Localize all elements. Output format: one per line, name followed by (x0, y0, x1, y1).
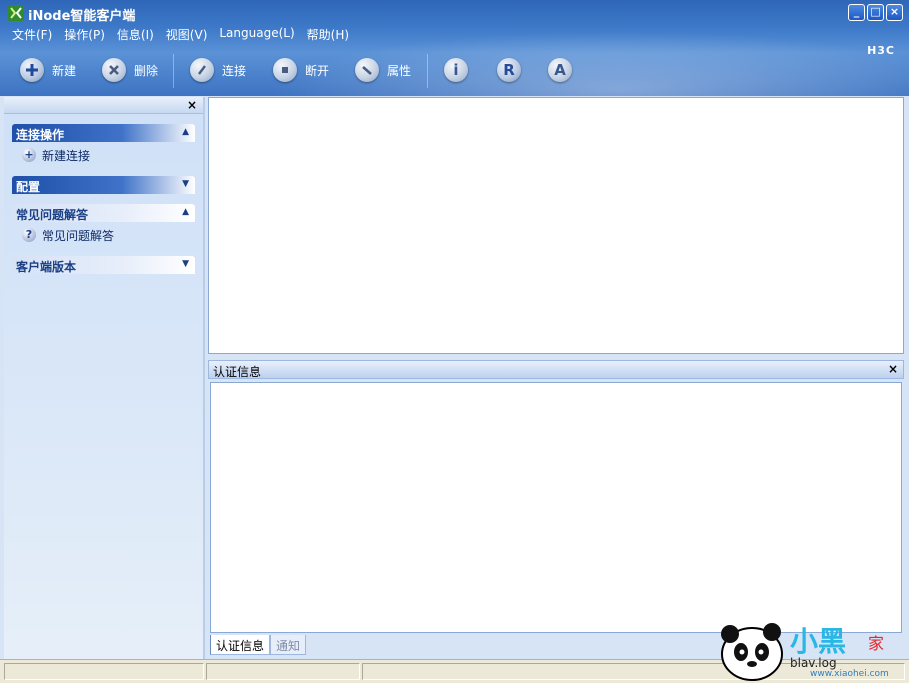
expand-arrow-icon: ▼ (182, 259, 189, 269)
group-header-config[interactable]: 配置 ▼ (12, 176, 195, 194)
group-title: 连接操作 (16, 128, 65, 142)
menu-help[interactable]: 帮助(H) (301, 24, 355, 44)
collapse-arrow-icon: ▲ (182, 207, 189, 217)
inode-logo-icon (8, 5, 24, 21)
group-body: + 新建连接 (12, 142, 195, 166)
info-button[interactable]: i (444, 56, 468, 84)
window-controls: _ □ × (848, 4, 903, 21)
toolbar: 新建 删除 连接 断开 属性 i R A (0, 50, 909, 90)
status-cell (206, 663, 360, 680)
new-button-label: 新建 (52, 63, 77, 78)
r-button[interactable]: R (497, 56, 521, 84)
x-circle-icon (102, 58, 126, 82)
auth-panel-tabs: 认证信息 通知 (210, 635, 307, 657)
collapse-arrow-icon: ▲ (182, 127, 189, 137)
task-pane-close-button[interactable]: × (187, 98, 197, 112)
wrench-icon (355, 58, 379, 82)
menu-language[interactable]: Language(L) (213, 24, 300, 44)
properties-button[interactable]: 属性 (355, 56, 411, 84)
header: iNode智能客户端 _ □ × 文件(F) 操作(P) 信息(I) 视图(V)… (0, 0, 909, 96)
toolbar-separator (427, 54, 428, 88)
maximize-button[interactable]: □ (867, 4, 884, 21)
properties-button-label: 属性 (387, 63, 412, 78)
delete-button[interactable]: 删除 (102, 56, 158, 84)
watermark-text: 小黑 (790, 625, 847, 658)
task-label: 常见问题解答 (42, 228, 115, 243)
group-header-connection-ops[interactable]: 连接操作 ▲ (12, 124, 195, 142)
group-title: 常见问题解答 (16, 208, 89, 222)
help-icon: ? (22, 228, 36, 242)
tab-notice[interactable]: 通知 (270, 635, 307, 655)
auth-panel-title: 认证信息 (213, 365, 262, 379)
expand-arrow-icon: ▼ (182, 179, 189, 189)
title-bar: iNode智能客户端 _ □ × (0, 0, 909, 24)
disconnect-button-label: 断开 (305, 63, 330, 78)
close-button[interactable]: × (886, 4, 903, 21)
task-faq[interactable]: ? 常见问题解答 (22, 226, 191, 244)
connect-button[interactable]: 连接 (190, 56, 246, 84)
window-title: iNode智能客户端 (28, 9, 136, 24)
auth-panel-close-button[interactable]: × (888, 362, 898, 376)
group-title: 客户端版本 (16, 260, 77, 274)
auth-info-log[interactable] (210, 382, 902, 633)
delete-button-label: 删除 (134, 63, 159, 78)
group-header-client-version[interactable]: 客户端版本 ▼ (12, 256, 195, 274)
minimize-button[interactable]: _ (848, 4, 865, 21)
new-button[interactable]: 新建 (20, 56, 76, 84)
tab-auth-info[interactable]: 认证信息 (210, 635, 271, 655)
info-icon: i (444, 58, 468, 82)
group-config: 配置 ▼ (12, 176, 195, 194)
auth-panel-header: 认证信息 × (208, 360, 904, 379)
r-letter-icon: R (497, 58, 521, 82)
menu-file[interactable]: 文件(F) (6, 24, 58, 44)
connection-list-area[interactable] (208, 97, 904, 354)
watermark-overlay-text: blav.log (790, 656, 837, 670)
group-header-faq[interactable]: 常见问题解答 ▲ (12, 204, 195, 222)
menu-view[interactable]: 视图(V) (160, 24, 214, 44)
watermark-url: www.xiaohei.com (810, 669, 889, 679)
group-connection-ops: 连接操作 ▲ + 新建连接 (12, 124, 195, 166)
plus-icon (20, 58, 44, 82)
disconnect-button[interactable]: 断开 (273, 56, 329, 84)
task-pane: × 连接操作 ▲ + 新建连接 配置 ▼ 常见问题解答 ▲ ? 常见问题解答 客… (4, 97, 205, 659)
menu-bar: 文件(F) 操作(P) 信息(I) 视图(V) Language(L) 帮助(H… (6, 24, 355, 44)
status-cell (4, 663, 204, 680)
stop-icon (273, 58, 297, 82)
task-new-connection[interactable]: + 新建连接 (22, 146, 191, 164)
group-faq: 常见问题解答 ▲ ? 常见问题解答 (12, 204, 195, 246)
task-pane-header: × (4, 97, 203, 114)
menu-operation[interactable]: 操作(P) (58, 24, 111, 44)
connect-icon (190, 58, 214, 82)
watermark-side-text: 家 (868, 634, 885, 653)
a-letter-icon: A (548, 58, 572, 82)
group-body: ? 常见问题解答 (12, 222, 195, 246)
group-client-version: 客户端版本 ▼ (12, 256, 195, 274)
plus-icon: + (22, 148, 36, 162)
connect-button-label: 连接 (222, 63, 247, 78)
group-title: 配置 (16, 180, 41, 194)
toolbar-separator (173, 54, 174, 88)
a-button[interactable]: A (548, 56, 572, 84)
menu-info[interactable]: 信息(I) (111, 24, 160, 44)
task-label: 新建连接 (42, 148, 91, 163)
